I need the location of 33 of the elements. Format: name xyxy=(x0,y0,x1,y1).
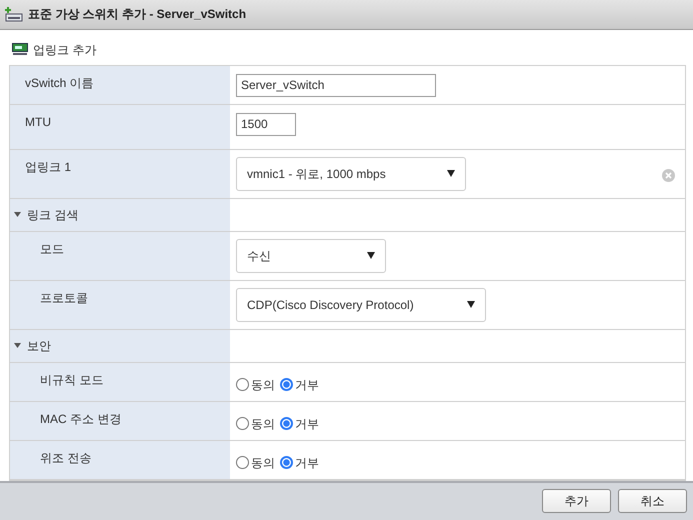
section-toggle[interactable]: 링크 검색 xyxy=(14,206,78,224)
input-field[interactable]: 1500 xyxy=(236,112,296,136)
dropdown[interactable]: 수신 xyxy=(236,238,386,273)
remove-icon[interactable] xyxy=(662,168,675,182)
field-label: MAC 주소 변경 xyxy=(40,412,122,426)
add-uplink-link[interactable]: 업링크 추가 xyxy=(33,40,96,59)
add-switch-icon xyxy=(5,6,23,22)
field-label: 업링크 1 xyxy=(25,160,72,174)
dropdown[interactable]: CDP(Cisco Discovery Protocol) xyxy=(236,288,486,322)
input-field[interactable]: Server_vSwitch xyxy=(236,74,436,97)
dialog-button[interactable]: 추가 xyxy=(542,489,611,514)
field-label: 비규칙 모드 xyxy=(40,372,104,387)
caret-icon xyxy=(14,343,21,348)
radio-option[interactable]: 동의 xyxy=(236,414,275,433)
field-label: 위조 전송 xyxy=(40,450,92,465)
field-label: 모드 xyxy=(40,242,64,256)
dropdown-arrow-icon xyxy=(447,170,455,178)
radio-option[interactable]: 거부 xyxy=(280,454,319,472)
field-label: vSwitch 이름 xyxy=(25,76,94,90)
dropdown[interactable]: vmnic1 - 위로, 1000 mbps xyxy=(236,156,466,191)
field-label: 프로토콜 xyxy=(40,290,88,305)
radio-option[interactable]: 거부 xyxy=(280,414,319,433)
radio-option[interactable]: 동의 xyxy=(236,454,275,472)
radio-option[interactable]: 동의 xyxy=(236,376,275,394)
radio-option[interactable]: 거부 xyxy=(280,376,319,394)
caret-icon xyxy=(14,212,21,218)
dropdown-arrow-icon xyxy=(467,301,475,308)
network-card-icon xyxy=(12,43,28,56)
dropdown-arrow-icon xyxy=(367,252,375,260)
window-title: 표준 가상 스위치 추가 - Server_vSwitch xyxy=(28,6,246,24)
section-toggle[interactable]: 보안 xyxy=(14,336,51,355)
dialog-button[interactable]: 취소 xyxy=(618,489,687,514)
field-label: MTU xyxy=(25,114,51,129)
